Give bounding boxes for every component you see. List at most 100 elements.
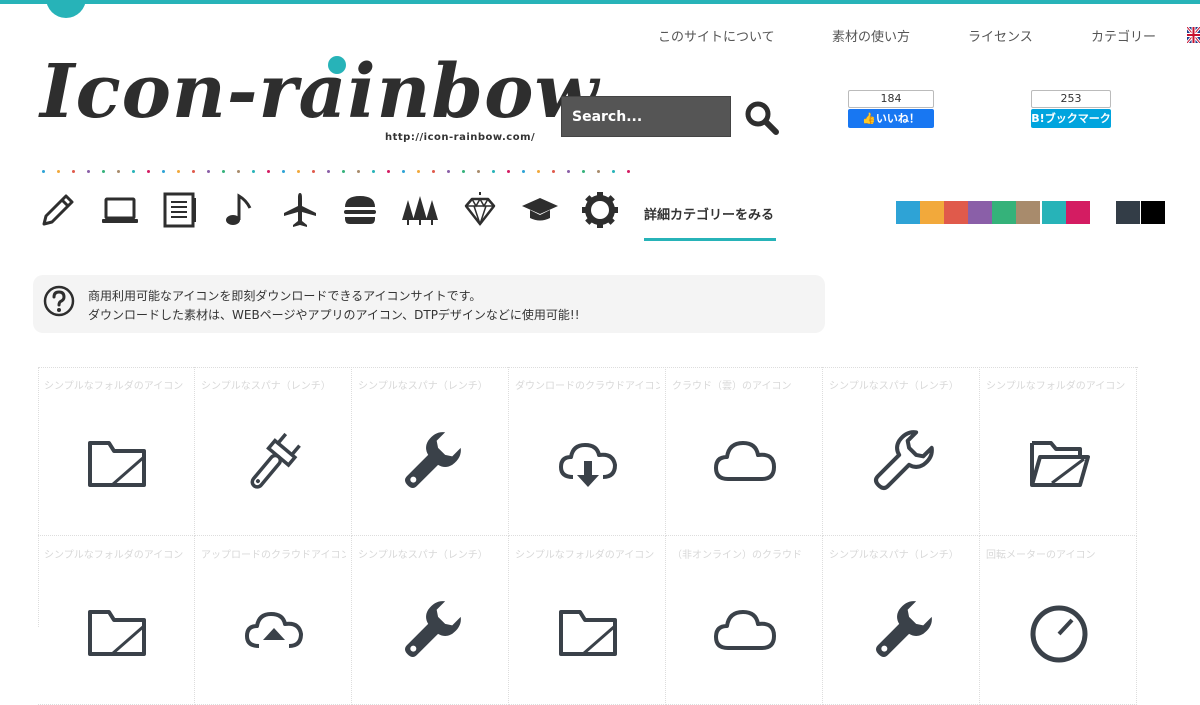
music-note-icon[interactable] <box>220 190 260 230</box>
nav-usage[interactable]: 素材の使い方 <box>832 26 910 45</box>
trees-icon[interactable] <box>400 190 440 230</box>
rainbow-dot <box>402 170 405 173</box>
color-swatch[interactable] <box>1066 201 1090 224</box>
info-line-2: ダウンロードした素材は、WEBページやアプリのアイコン、DTPデザインなどに使用… <box>88 308 580 322</box>
rainbow-dot <box>42 170 45 173</box>
diamond-icon[interactable] <box>460 190 500 230</box>
icon-grid-cell[interactable]: シンプルなフォルダのアイコン <box>38 536 195 705</box>
icon-grid: シンプルなフォルダのアイコン シンプルなスパナ（レンチ） シンプルなスパナ（レンチ）… <box>38 367 1138 705</box>
laptop-icon[interactable] <box>100 190 140 230</box>
uk-flag-icon[interactable] <box>1187 27 1200 43</box>
icon-grid-cell[interactable]: クラウド（雲）のアイコン <box>666 367 823 536</box>
wrench-outline-icon[interactable] <box>867 427 937 497</box>
rainbow-dot <box>477 170 480 173</box>
hatena-bookmark-widget[interactable]: 253 B!ブックマーク <box>1031 90 1111 128</box>
color-swatch[interactable] <box>944 201 968 224</box>
search-icon[interactable] <box>744 100 780 136</box>
facebook-like-widget[interactable]: 184 👍いいね！ <box>848 90 934 128</box>
color-swatch[interactable] <box>968 201 992 224</box>
folder-icon[interactable] <box>553 596 623 666</box>
rainbow-dot <box>387 170 390 173</box>
icon-grid-cell[interactable]: シンプルなフォルダのアイコン <box>980 367 1137 536</box>
icon-grid-title: シンプルなスパナ（レンチ） <box>358 381 488 392</box>
rainbow-dots-divider <box>42 170 642 174</box>
icon-grid-title: シンプルなフォルダのアイコン <box>515 550 655 561</box>
rainbow-dot <box>507 170 510 173</box>
icon-grid-title: シンプルなスパナ（レンチ） <box>829 550 959 561</box>
rainbow-dot <box>177 170 180 173</box>
hamburger-icon[interactable] <box>340 190 380 230</box>
icon-grid-cell[interactable]: ダウンロードのクラウドアイコン <box>509 367 666 536</box>
color-swatch[interactable] <box>1116 201 1140 224</box>
wrench-icon[interactable] <box>396 596 466 666</box>
rainbow-dot <box>432 170 435 173</box>
rainbow-dot <box>342 170 345 173</box>
icon-grid-cell[interactable]: シンプルなスパナ（レンチ） <box>195 367 352 536</box>
airplane-icon[interactable] <box>280 190 320 230</box>
site-logo[interactable]: Icon-rainbow http://icon-rainbow.com/ <box>40 44 598 154</box>
adjustable-wrench-icon[interactable] <box>239 427 309 497</box>
cloud-upload-icon[interactable] <box>239 596 309 666</box>
rainbow-dot <box>327 170 330 173</box>
graduation-cap-icon[interactable] <box>520 190 560 230</box>
notebook-icon[interactable] <box>160 190 200 230</box>
rainbow-dot <box>372 170 375 173</box>
icon-grid-title: クラウド（雲）のアイコン <box>672 381 792 392</box>
color-swatch[interactable] <box>896 201 920 224</box>
icon-grid-title: アップロードのクラウドアイコン <box>201 550 346 561</box>
color-swatch[interactable] <box>1141 201 1165 224</box>
icon-grid-cell[interactable]: （非オンライン）のクラウド <box>666 536 823 705</box>
icon-grid-cell[interactable]: アップロードのクラウドアイコン <box>195 536 352 705</box>
icon-grid-cell[interactable]: 回転メーターのアイコン <box>980 536 1137 705</box>
rainbow-dot <box>57 170 60 173</box>
cloud-icon[interactable] <box>710 427 780 497</box>
color-swatch[interactable] <box>920 201 944 224</box>
rainbow-dot <box>222 170 225 173</box>
meter-icon[interactable] <box>1024 596 1094 666</box>
color-swatch[interactable] <box>1016 201 1040 224</box>
color-swatch[interactable] <box>1092 201 1116 224</box>
gear-icon[interactable] <box>580 190 620 230</box>
rainbow-dot <box>522 170 525 173</box>
folder-icon[interactable] <box>82 596 152 666</box>
icon-grid-cell[interactable]: シンプルなスパナ（レンチ） <box>352 367 509 536</box>
color-swatch[interactable] <box>992 201 1016 224</box>
cloud-icon[interactable] <box>710 596 780 666</box>
hatena-bookmark-count: 253 <box>1031 90 1111 108</box>
folder-icon[interactable] <box>82 427 152 497</box>
logo-dot <box>328 56 346 74</box>
icon-grid-cell[interactable]: シンプルなフォルダのアイコン <box>38 367 195 536</box>
rainbow-dot <box>162 170 165 173</box>
facebook-like-button[interactable]: 👍いいね！ <box>848 109 934 128</box>
nav-about[interactable]: このサイトについて <box>658 26 775 45</box>
rainbow-dot <box>462 170 465 173</box>
rainbow-dot <box>417 170 420 173</box>
color-swatch[interactable] <box>1042 201 1066 224</box>
pencil-icon[interactable] <box>38 190 78 230</box>
thumbs-up-icon: 👍 <box>862 112 876 125</box>
icon-grid-title: シンプルなフォルダのアイコン <box>44 550 184 561</box>
rainbow-dot <box>447 170 450 173</box>
nav-category[interactable]: カテゴリー <box>1091 26 1156 45</box>
icon-grid-title: シンプルなスパナ（レンチ） <box>358 550 488 561</box>
rainbow-dot <box>252 170 255 173</box>
icon-grid-cell[interactable]: シンプルなスパナ（レンチ） <box>352 536 509 705</box>
cloud-download-icon[interactable] <box>553 427 623 497</box>
detail-category-link[interactable]: 詳細カテゴリーをみる <box>644 204 774 223</box>
search-input[interactable]: Search... <box>561 96 731 137</box>
open-folder-icon[interactable] <box>1024 427 1094 497</box>
icon-grid-cell[interactable]: シンプルなスパナ（レンチ） <box>823 367 980 536</box>
info-line-1: 商用利用可能なアイコンを即刻ダウンロードできるアイコンサイトです。 <box>88 289 482 303</box>
wrench-icon[interactable] <box>867 596 937 666</box>
wrench-icon[interactable] <box>396 427 466 497</box>
top-accent-bar <box>0 0 1200 4</box>
rainbow-dot <box>552 170 555 173</box>
nav-license[interactable]: ライセンス <box>968 26 1033 45</box>
icon-grid-cell[interactable]: シンプルなスパナ（レンチ） <box>823 536 980 705</box>
rainbow-dot <box>282 170 285 173</box>
hatena-bookmark-button[interactable]: B!ブックマーク <box>1031 109 1111 128</box>
rainbow-dot <box>237 170 240 173</box>
rainbow-dot <box>147 170 150 173</box>
rainbow-dot <box>312 170 315 173</box>
icon-grid-cell[interactable]: シンプルなフォルダのアイコン <box>509 536 666 705</box>
